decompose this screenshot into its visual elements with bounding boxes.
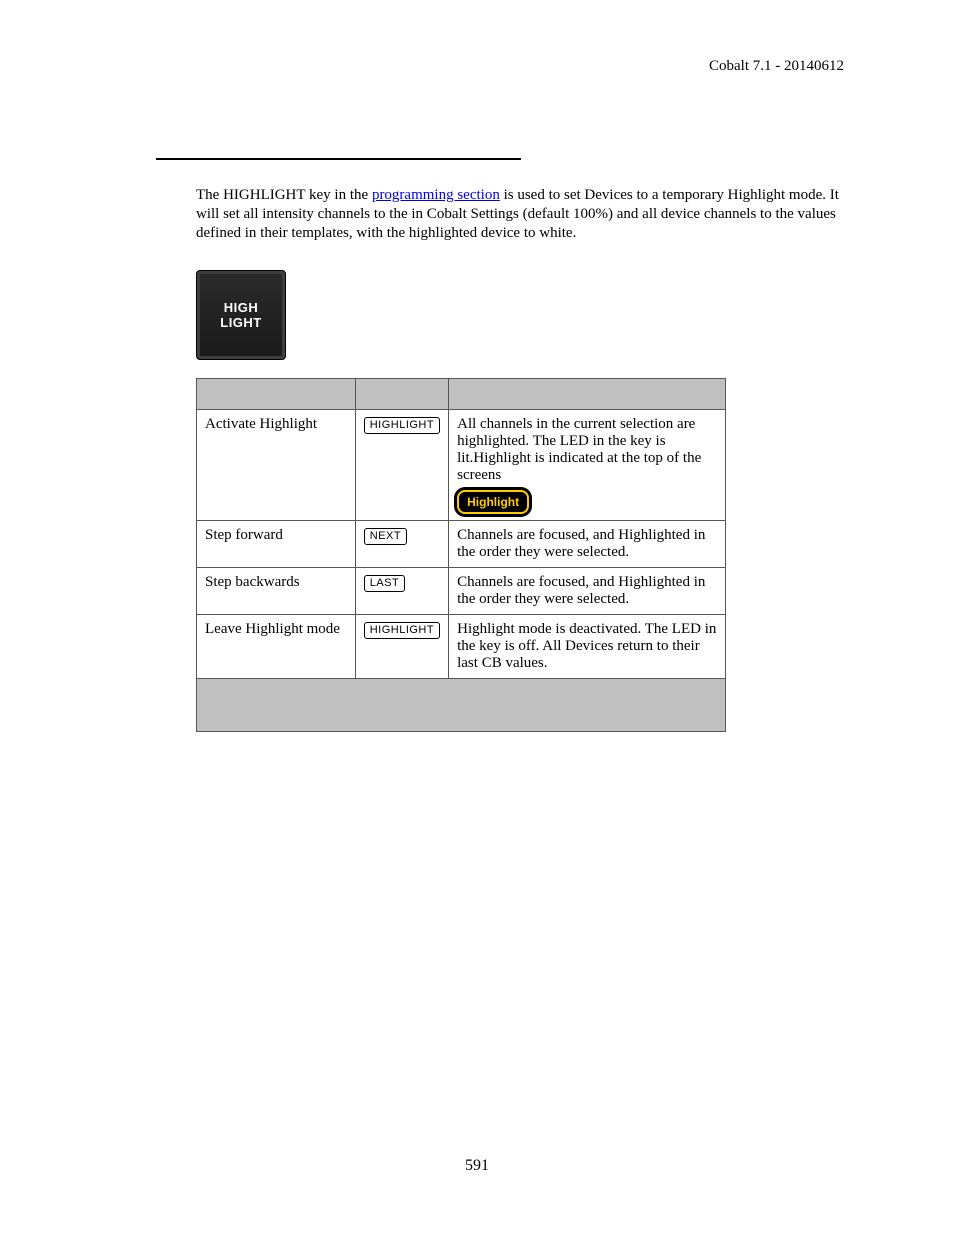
keycap-highlight: HIGHLIGHT (364, 622, 440, 639)
cell-key: LAST (355, 568, 448, 615)
cell-key: HIGHLIGHT (355, 615, 448, 679)
cell-action: Leave Highlight mode (197, 615, 356, 679)
table-header-row (197, 379, 726, 410)
feedback-text: All channels in the current selection ar… (457, 416, 701, 483)
cell-feedback: Channels are focused, and Highlighted in… (449, 568, 726, 615)
cell-action: Step backwards (197, 568, 356, 615)
highlight-badge-icon: Highlight (457, 490, 529, 514)
cell-key: HIGHLIGHT (355, 410, 448, 521)
programming-section-link[interactable]: programming section (372, 187, 500, 203)
intro-paragraph: The HIGHLIGHT key in the programming sec… (196, 186, 846, 242)
col-key (355, 379, 448, 410)
cell-feedback: All channels in the current selection ar… (449, 410, 726, 521)
highlight-key-image: HIGH LIGHT (196, 270, 286, 360)
cell-action: Step forward (197, 521, 356, 568)
table-row: Activate Highlight HIGHLIGHT All channel… (197, 410, 726, 521)
table-row: Step forward NEXT Channels are focused, … (197, 521, 726, 568)
para-part1: The HIGHLIGHT key in the (196, 187, 372, 203)
note-cell (197, 679, 726, 732)
cell-feedback: Highlight mode is deactivated. The LED i… (449, 615, 726, 679)
col-action (197, 379, 356, 410)
section-rule (156, 158, 521, 160)
cell-action: Activate Highlight (197, 410, 356, 521)
table-row: Step backwards LAST Channels are focused… (197, 568, 726, 615)
header-doc-id: Cobalt 7.1 - 20140612 (709, 58, 844, 75)
col-feedback (449, 379, 726, 410)
keycap-highlight: HIGHLIGHT (364, 417, 440, 434)
table-note-row (197, 679, 726, 732)
key-line2: LIGHT (220, 315, 262, 330)
key-line1: HIGH (224, 300, 259, 315)
table-row: Leave Highlight mode HIGHLIGHT Highlight… (197, 615, 726, 679)
page-number: 591 (0, 1157, 954, 1175)
keycap-next: NEXT (364, 528, 407, 545)
keycap-last: LAST (364, 575, 406, 592)
cell-key: NEXT (355, 521, 448, 568)
cell-feedback: Channels are focused, and Highlighted in… (449, 521, 726, 568)
highlight-functions-table: Activate Highlight HIGHLIGHT All channel… (196, 378, 726, 732)
page-content: The HIGHLIGHT key in the programming sec… (196, 186, 846, 732)
